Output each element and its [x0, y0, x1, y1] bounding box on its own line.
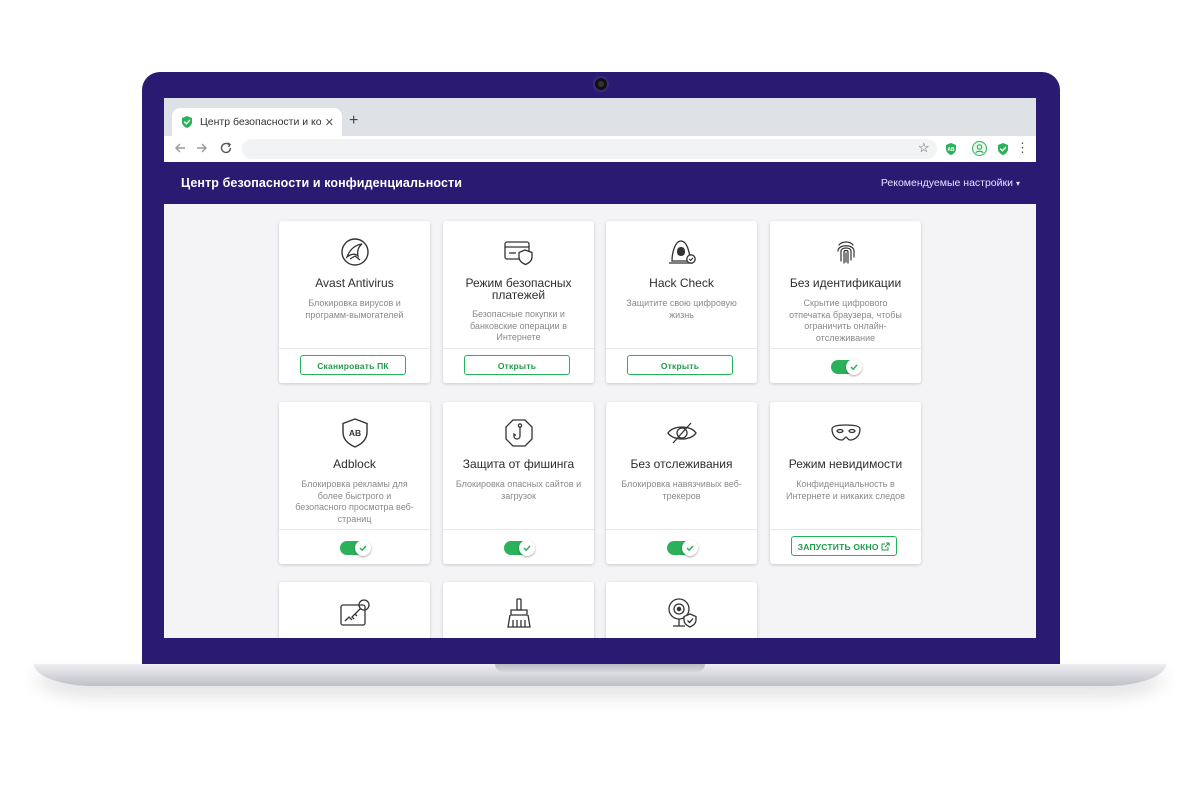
phishing-protection-toggle[interactable]: [504, 540, 535, 556]
anti-tracking-toggle[interactable]: [667, 540, 698, 556]
open-safe-payments-button[interactable]: Открыть: [464, 355, 570, 375]
back-arrow-icon[interactable]: [172, 141, 188, 157]
launch-window-label: ЗАПУСТИТЬ ОКНО: [797, 542, 879, 552]
avast-shield-icon: [180, 115, 194, 129]
card-phishing-protection: Защита от фишинга Блокировка опасных сай…: [443, 402, 594, 564]
browser-toolbar: ☆ AB ⋮: [164, 136, 1036, 163]
webcam-icon: [595, 78, 607, 90]
avast-logo-icon: [338, 235, 372, 269]
card-webcam-guard: [606, 582, 757, 638]
reload-icon[interactable]: [218, 141, 234, 157]
card-description: Блокировка рекламы для более быстрого и …: [295, 479, 414, 524]
fishhook-icon: [502, 416, 536, 450]
webcam-shield-icon: [665, 596, 699, 630]
password-key-icon: [338, 596, 372, 630]
card-password-manager: [279, 582, 430, 638]
adblock-icon-text: AB: [349, 428, 361, 438]
card-description: Безопасные покупки и банковские операции…: [469, 309, 567, 342]
browser-menu-icon[interactable]: ⋮: [1016, 140, 1029, 156]
recommended-settings-dropdown[interactable]: Рекомендуемые настройки ▾: [881, 177, 1020, 189]
card-adblock: AB Adblock Блокировка рекламы для более …: [279, 402, 430, 564]
app-header: Центр безопасности и конфиденциальности …: [164, 162, 1036, 204]
check-icon: [682, 540, 698, 556]
screen: Центр безопасности и конфид... ✕ + ☆ AB …: [164, 98, 1036, 638]
check-icon: [355, 540, 371, 556]
fingerprint-icon: [829, 235, 863, 269]
card-avast-antivirus: Avast Antivirus Блокировка вирусов и про…: [279, 221, 430, 383]
card-title: Режим безопасных платежей: [465, 276, 572, 302]
card-title: Режим невидимости: [788, 457, 903, 471]
launch-window-button[interactable]: ЗАПУСТИТЬ ОКНО: [791, 536, 897, 556]
card-divider: [443, 529, 594, 530]
card-description: Конфиденциальность в Интернете и никаких…: [786, 479, 905, 501]
card-divider: [770, 529, 921, 530]
forward-arrow-icon[interactable]: [194, 141, 210, 157]
card-anti-tracking: Без отслеживания Блокировка навязчивых в…: [606, 402, 757, 564]
extension-badge: AB: [947, 147, 955, 153]
card-hack-check: Hack Check Защитите свою цифровую жизнь …: [606, 221, 757, 383]
tab-close-icon[interactable]: ✕: [325, 116, 334, 129]
check-icon: [846, 359, 862, 375]
card-description: Защитите свою цифровую жизнь: [626, 298, 737, 320]
card-title: Защита от фишинга: [462, 457, 575, 471]
card-safe-payments: Режим безопасных платежей Безопасные пок…: [443, 221, 594, 383]
card-title: Без идентификации: [789, 276, 902, 290]
card-browser-cleanup: [443, 582, 594, 638]
browser-tab[interactable]: Центр безопасности и конфид... ✕: [172, 108, 342, 136]
mask-icon: [829, 416, 863, 450]
broom-icon: [502, 596, 536, 630]
card-divider: [279, 529, 430, 530]
card-title: Avast Antivirus: [315, 276, 394, 290]
anti-fingerprint-toggle[interactable]: [831, 359, 862, 375]
adblock-toggle[interactable]: [340, 540, 371, 556]
new-tab-button[interactable]: +: [349, 112, 358, 130]
feature-grid: Avast Antivirus Блокировка вирусов и про…: [164, 204, 1036, 638]
avast-extension-icon[interactable]: [996, 142, 1010, 156]
page-title: Центр безопасности и конфиденциальности: [181, 176, 463, 190]
card-divider: [606, 348, 757, 349]
card-incognito-mode: Режим невидимости Конфиденциальность в И…: [770, 402, 921, 564]
profile-avatar-icon[interactable]: [972, 141, 987, 156]
card-description: Блокировка опасных сайтов и загрузок: [455, 479, 582, 501]
card-description: Блокировка вирусов и программ-вымогателе…: [305, 298, 404, 320]
card-title: Без отслеживания: [630, 457, 733, 471]
card-divider: [443, 348, 594, 349]
hacker-icon: [665, 235, 699, 269]
chevron-down-icon: ▾: [1015, 179, 1020, 188]
laptop-notch: [495, 664, 705, 672]
secure-card-icon: [502, 235, 536, 269]
browser-tabstrip: Центр безопасности и конфид... ✕ +: [164, 98, 1036, 136]
card-anti-fingerprint: Без идентификации Скрытие цифрового отпе…: [770, 221, 921, 383]
open-hack-check-button[interactable]: Открыть: [627, 355, 733, 375]
eye-off-icon: [665, 416, 699, 450]
adblock-shield-icon: AB: [338, 416, 372, 450]
card-divider: [606, 529, 757, 530]
check-icon: [519, 540, 535, 556]
card-title: Adblock: [333, 457, 376, 471]
adblock-extension-icon[interactable]: AB: [944, 142, 958, 156]
address-bar[interactable]: [242, 139, 937, 159]
scan-pc-button[interactable]: Сканировать ПК: [300, 355, 406, 375]
settings-label: Рекомендуемые настройки: [880, 177, 1013, 189]
bookmark-star-icon[interactable]: ☆: [918, 140, 930, 156]
tab-title: Центр безопасности и конфид...: [200, 116, 321, 128]
external-link-icon: [881, 538, 890, 558]
card-description: Скрытие цифрового отпечатка браузера, чт…: [789, 298, 902, 343]
card-description: Блокировка навязчивых веб-трекеров: [621, 479, 742, 501]
card-title: Hack Check: [649, 276, 714, 290]
card-divider: [770, 348, 921, 349]
card-divider: [279, 348, 430, 349]
